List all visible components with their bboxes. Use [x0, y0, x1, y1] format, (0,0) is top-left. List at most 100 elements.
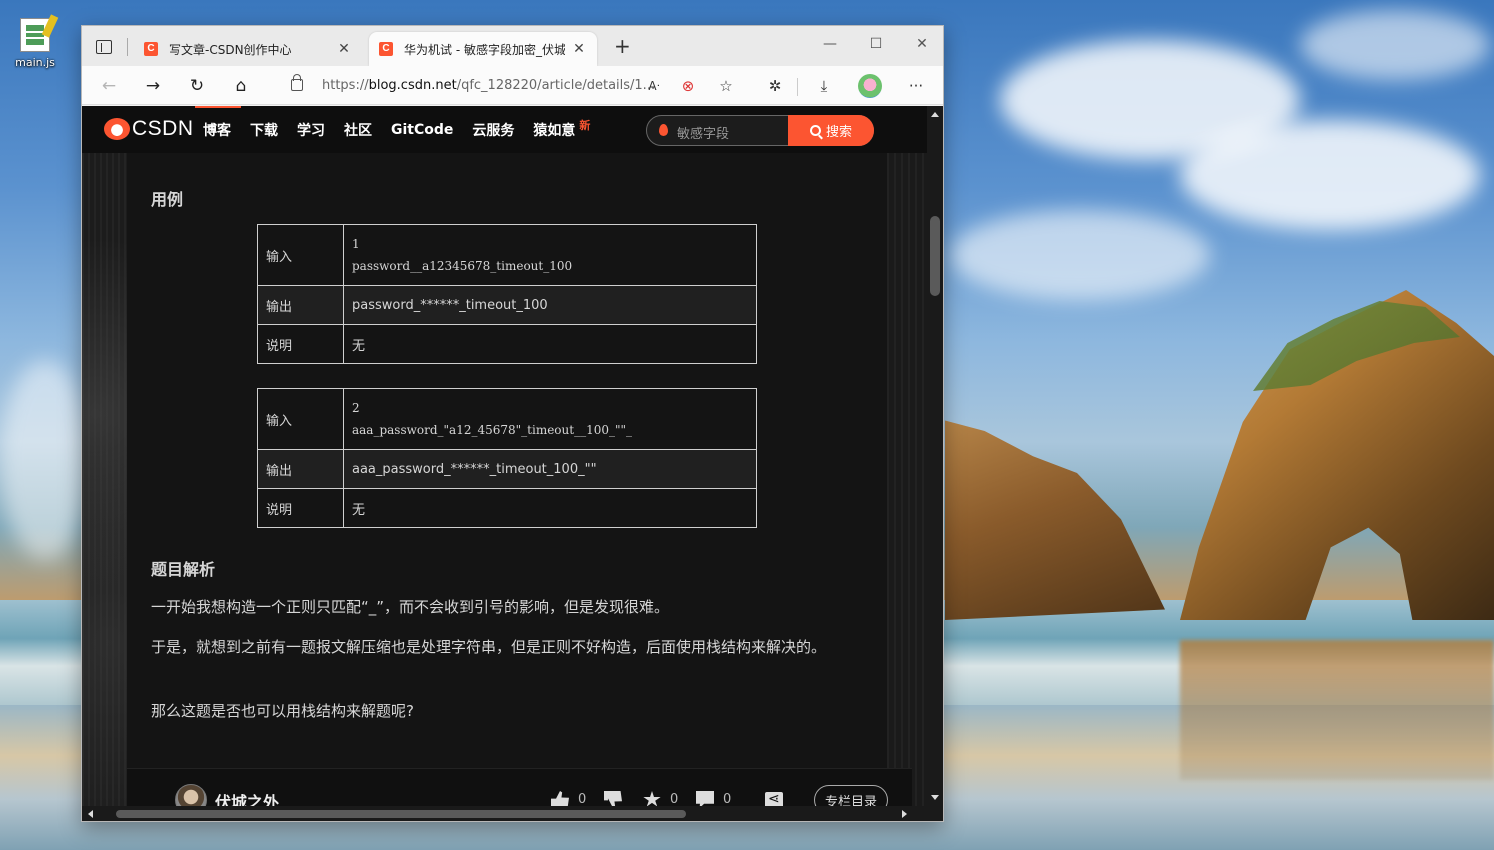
nav-blog[interactable]: 博客 — [203, 120, 231, 140]
tab-title: 写文章-CSDN创作中心 — [169, 42, 292, 57]
csdn-favicon-icon: C — [379, 42, 393, 56]
table-key: 说明 — [257, 324, 344, 364]
csdn-logo[interactable]: CSDN — [104, 118, 194, 140]
comment-count: 0 — [723, 792, 732, 806]
csdn-favicon-icon: C — [144, 42, 158, 56]
table-key: 输出 — [257, 285, 344, 325]
comment-button[interactable]: 0 — [696, 791, 731, 806]
csdn-mascot-icon — [104, 118, 130, 140]
tab-actions-icon[interactable] — [96, 38, 112, 54]
value-line: 1 — [352, 237, 360, 251]
favorite-button[interactable]: 0 — [643, 791, 678, 806]
table-value: aaa_password_******_timeout_100_"" — [343, 449, 757, 489]
like-button[interactable]: 0 — [551, 791, 586, 806]
share-icon[interactable] — [765, 791, 783, 806]
horizontal-scroll-thumb[interactable] — [116, 810, 686, 818]
scroll-right-arrow-icon[interactable] — [902, 810, 907, 818]
value-line: aaa_password_"a12_45678"_timeout__100_""… — [352, 423, 633, 437]
article-body: 用例 输入 1 password__a12345678_timeout_100 … — [127, 153, 887, 806]
maximize-button[interactable]: ☐ — [868, 36, 884, 52]
like-count: 0 — [578, 792, 587, 806]
nav-cloud[interactable]: 云服务 — [472, 120, 514, 140]
article-action-bar: 伏城之外 0 0 0 专栏目录 — [127, 768, 912, 806]
url-path: /qfc_128220/article/details/1... — [456, 77, 656, 93]
nav-learn[interactable]: 学习 — [297, 120, 325, 140]
tracking-prevention-icon[interactable]: ⊗ — [678, 76, 698, 96]
table-value: 无 — [343, 324, 757, 364]
read-aloud-icon[interactable]: Aᐧ — [644, 76, 664, 96]
dislike-button[interactable] — [604, 791, 631, 806]
table-value: 2 aaa_password_"a12_45678"_timeout__100_… — [343, 388, 757, 450]
refresh-button[interactable]: ↻ — [186, 75, 208, 97]
search-placeholder: 敏感字段 — [677, 127, 730, 142]
home-button[interactable]: ⌂ — [230, 75, 252, 97]
desktop-file-main-js[interactable]: main.js — [6, 18, 64, 69]
profile-avatar[interactable] — [858, 74, 882, 98]
desktop-icon-label: main.js — [15, 56, 55, 69]
new-badge: 新 — [579, 118, 591, 132]
new-tab-button[interactable]: + — [614, 36, 631, 56]
example-table-2: 输入 2 aaa_password_"a12_45678"_timeout__1… — [257, 388, 757, 528]
extensions-icon[interactable]: ✲ — [765, 76, 785, 96]
column-catalog-button[interactable]: 专栏目录 — [814, 785, 888, 806]
author-avatar[interactable] — [175, 784, 207, 806]
scroll-left-arrow-icon[interactable] — [88, 810, 93, 818]
table-key: 输出 — [257, 449, 344, 489]
scrollbar-corner — [927, 806, 943, 821]
nav-download[interactable]: 下载 — [250, 120, 278, 140]
table-row: 说明 无 — [257, 324, 757, 364]
url-host: blog.csdn.net — [368, 77, 457, 93]
table-value: password_******_timeout_100 — [343, 285, 757, 325]
example-table-1: 输入 1 password__a12345678_timeout_100 输出 … — [257, 224, 757, 364]
add-favorite-icon[interactable]: ☆ — [716, 76, 736, 96]
scroll-up-arrow-icon[interactable] — [931, 112, 939, 117]
table-row: 输入 1 password__a12345678_timeout_100 — [257, 224, 757, 286]
nav-community[interactable]: 社区 — [344, 120, 372, 140]
close-tab-icon[interactable]: ✕ — [336, 41, 352, 57]
section-heading-analysis: 题目解析 — [151, 560, 216, 579]
table-row: 说明 无 — [257, 488, 757, 528]
value-line: 2 — [352, 401, 360, 415]
favorite-count: 0 — [670, 792, 679, 806]
table-value: 无 — [343, 488, 757, 528]
close-tab-icon[interactable]: ✕ — [571, 41, 587, 57]
page-viewport: CSDN 博客 下载 学习 社区 GitCode 云服务 猿如意 新 敏感字段 … — [82, 106, 927, 806]
tab-separator — [127, 38, 128, 56]
star-icon — [643, 791, 661, 806]
lock-icon[interactable] — [291, 74, 303, 91]
search-icon — [809, 125, 821, 136]
url-field[interactable]: https://blog.csdn.net/qfc_128220/article… — [287, 71, 742, 99]
url-scheme: https:// — [322, 77, 369, 93]
right-background-decoration — [887, 153, 927, 806]
author-name[interactable]: 伏城之外 — [215, 789, 279, 806]
forward-button[interactable]: → — [142, 75, 164, 97]
thumbs-up-icon — [551, 791, 569, 806]
tab-write-article[interactable]: C 写文章-CSDN创作中心 ✕ — [134, 32, 362, 66]
paragraph: 那么这题是否也可以用栈结构来解题呢? — [151, 702, 414, 720]
tab-strip: C 写文章-CSDN创作中心 ✕ C 华为机试 - 敏感字段加密_伏城之 ✕ +… — [82, 26, 943, 66]
hot-fire-icon — [659, 124, 668, 136]
table-row: 输入 2 aaa_password_"a12_45678"_timeout__1… — [257, 388, 757, 450]
table-key: 说明 — [257, 488, 344, 528]
scroll-down-arrow-icon[interactable] — [931, 795, 939, 800]
close-window-button[interactable]: ✕ — [914, 36, 930, 52]
nav-links: 博客 下载 学习 社区 GitCode 云服务 猿如意 新 — [203, 106, 609, 153]
vertical-scrollbar[interactable] — [927, 106, 943, 806]
csdn-logo-text: CSDN — [132, 117, 194, 140]
table-row: 输出 password_******_timeout_100 — [257, 285, 757, 325]
tab-title: 华为机试 - 敏感字段加密_伏城之 — [404, 42, 565, 57]
tab-article-active[interactable]: C 华为机试 - 敏感字段加密_伏城之 ✕ — [369, 32, 597, 66]
vertical-scroll-thumb[interactable] — [930, 216, 940, 296]
minimize-button[interactable]: — — [822, 36, 838, 52]
more-options-icon[interactable]: ··· — [906, 76, 926, 96]
nav-gitcode[interactable]: GitCode — [391, 122, 453, 138]
back-button[interactable]: ← — [98, 75, 120, 97]
downloads-icon[interactable]: ⤓ — [814, 76, 834, 96]
search-button-label: 搜索 — [825, 125, 852, 140]
horizontal-scrollbar[interactable] — [82, 806, 927, 821]
browser-window: C 写文章-CSDN创作中心 ✕ C 华为机试 - 敏感字段加密_伏城之 ✕ +… — [81, 25, 944, 822]
csdn-top-nav: CSDN 博客 下载 学习 社区 GitCode 云服务 猿如意 新 敏感字段 … — [82, 106, 927, 153]
nav-yuanruyi[interactable]: 猿如意 — [533, 120, 575, 140]
search-button[interactable]: 搜索 — [788, 115, 874, 146]
table-row: 输出 aaa_password_******_timeout_100_"" — [257, 449, 757, 489]
